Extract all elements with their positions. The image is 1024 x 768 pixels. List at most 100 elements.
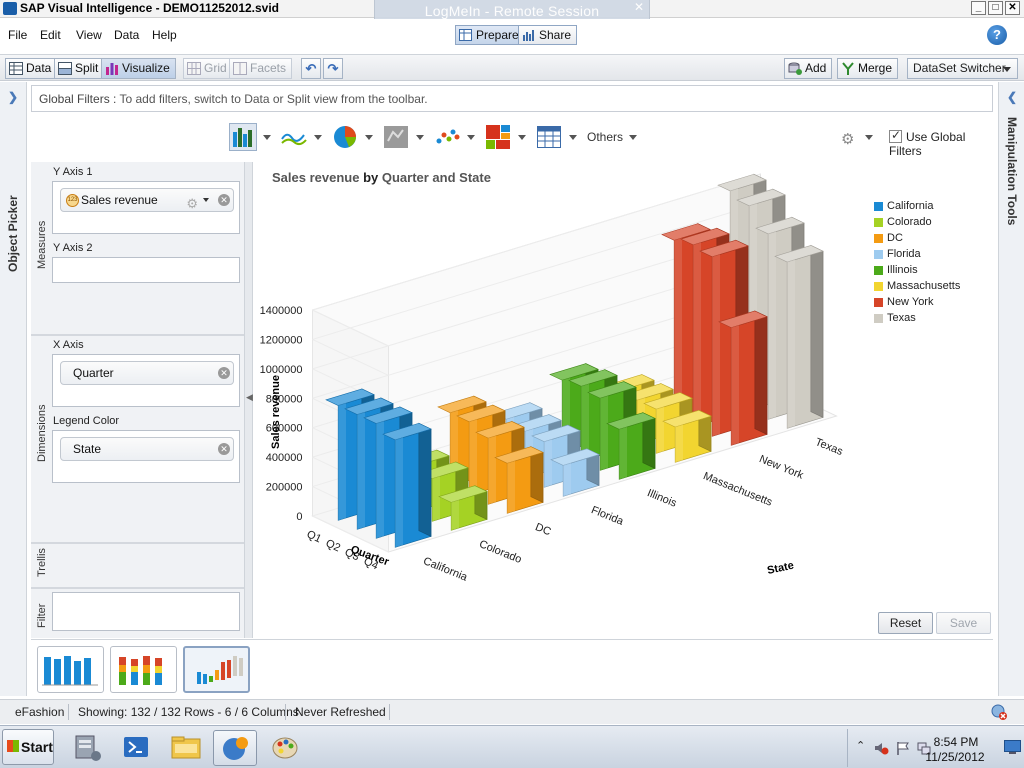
split-view-button[interactable]: Split xyxy=(54,58,105,79)
panel-splitter[interactable]: ◀ xyxy=(244,162,253,638)
y-axis-2-drop-zone[interactable] xyxy=(52,257,240,283)
expand-right-icon[interactable]: ❮ xyxy=(1007,90,1017,104)
menu-edit[interactable]: Edit xyxy=(40,28,61,42)
quarter-pill[interactable]: Quarter ✕ xyxy=(60,361,234,385)
chart-settings-caret-icon[interactable] xyxy=(865,135,873,140)
close-window-button[interactable]: ✕ xyxy=(1005,1,1020,15)
remove-sales-revenue-icon[interactable]: ✕ xyxy=(218,194,230,206)
others-chart-types[interactable]: Others xyxy=(587,130,623,144)
object-picker-label: Object Picker xyxy=(6,195,20,272)
legend-item[interactable]: California xyxy=(874,198,960,214)
legend-item[interactable]: Florida xyxy=(874,246,960,262)
pie-chart-type-caret-icon[interactable] xyxy=(365,135,373,140)
help-icon[interactable]: ? xyxy=(987,25,1007,45)
data-view-button[interactable]: Data xyxy=(5,58,58,79)
grid-icon xyxy=(187,62,201,75)
undo-icon[interactable]: ↶ xyxy=(301,58,321,79)
remote-session-label: LogMeIn - Remote Session xyxy=(424,3,600,19)
show-desktop-icon[interactable] xyxy=(1004,739,1021,755)
facets-button[interactable]: Facets xyxy=(229,58,293,79)
legend-item[interactable]: Texas xyxy=(874,310,960,326)
reset-button[interactable]: Reset xyxy=(878,612,933,634)
checkbox-checked-icon[interactable] xyxy=(889,128,902,143)
chart-legend: California Colorado DC Florida Illinois Massa… xyxy=(874,198,960,326)
menu-view[interactable]: View xyxy=(76,28,102,42)
table-chart-type-caret-icon[interactable] xyxy=(569,135,577,140)
menu-file[interactable]: File xyxy=(8,28,27,42)
z-tick-label: New York xyxy=(757,453,805,482)
remove-state-icon[interactable]: ✕ xyxy=(218,443,230,455)
chart-settings-gear-icon[interactable]: ⚙ xyxy=(841,130,854,148)
pill-gear-icon[interactable]: ⚙ xyxy=(186,193,198,215)
scatter-chart-type-caret-icon[interactable] xyxy=(467,135,475,140)
map-chart-type-caret-icon[interactable] xyxy=(416,135,424,140)
bar-chart-type-icon[interactable] xyxy=(229,123,257,151)
y-tick-label: 0 xyxy=(296,511,302,523)
thumbnail-stacked-chart[interactable] xyxy=(110,646,177,693)
taskbar-visual-intelligence-icon[interactable] xyxy=(213,730,257,766)
show-hidden-icons-icon[interactable]: ⌃ xyxy=(856,739,865,752)
line-chart-type-icon[interactable] xyxy=(280,123,308,151)
remote-session-close-icon[interactable]: ✕ xyxy=(634,0,644,14)
add-button[interactable]: Add xyxy=(784,58,833,79)
legend-item[interactable]: Massachusetts xyxy=(874,278,960,294)
line-chart-type-caret-icon[interactable] xyxy=(314,135,322,140)
sales-revenue-pill[interactable]: 123 Sales revenue ⚙ ✕ xyxy=(60,188,234,212)
clock-time[interactable]: 8:54 PM xyxy=(926,735,986,749)
legend-label: DC xyxy=(887,232,903,244)
treemap-chart-type-icon[interactable] xyxy=(484,123,512,151)
filter-section-label: Filter xyxy=(36,603,48,628)
taskbar-server-manager-icon[interactable] xyxy=(66,730,110,766)
menu-help[interactable]: Help xyxy=(152,28,177,42)
thumbnail-3d-chart[interactable] xyxy=(183,646,250,693)
share-button[interactable]: Share xyxy=(518,25,578,45)
taskbar-powershell-icon[interactable] xyxy=(115,730,159,766)
maximize-button[interactable]: □ xyxy=(988,1,1003,15)
split-icon xyxy=(58,62,72,75)
collapse-panel-icon[interactable]: ◀ xyxy=(246,392,253,406)
bar-chart-type-caret-icon[interactable] xyxy=(263,135,271,140)
manipulation-tools-panel[interactable]: ❮ Manipulation Tools xyxy=(998,82,1024,696)
trellis-section-label: Trellis xyxy=(36,548,48,577)
state-pill[interactable]: State ✕ xyxy=(60,437,234,461)
menu-data[interactable]: Data xyxy=(114,28,139,42)
redo-icon[interactable]: ↷ xyxy=(323,58,343,79)
taskbar-explorer-icon[interactable] xyxy=(164,730,208,766)
dataset-switcher-dropdown[interactable]: DataSet Switcher xyxy=(907,58,1018,79)
network-status-icon[interactable] xyxy=(991,704,1008,721)
merge-button[interactable]: Merge xyxy=(837,58,899,79)
legend-color-drop-zone[interactable]: State ✕ xyxy=(52,430,240,483)
action-center-flag-icon[interactable] xyxy=(895,740,911,756)
table-chart-type-icon[interactable] xyxy=(535,123,563,151)
visualize-view-button[interactable]: Visualize xyxy=(101,58,176,79)
legend-item[interactable]: Illinois xyxy=(874,262,960,278)
global-filters-hint: To add filters, switch to Data or Split … xyxy=(119,92,428,106)
use-global-filters-checkbox[interactable]: Use Global Filters xyxy=(889,128,993,158)
map-chart-type-icon[interactable] xyxy=(382,123,410,151)
start-button[interactable]: Start xyxy=(2,729,54,765)
scatter-chart-type-icon[interactable] xyxy=(433,123,461,151)
save-button[interactable]: Save xyxy=(936,612,991,634)
x-axis-drop-zone[interactable]: Quarter ✕ xyxy=(52,354,240,407)
legend-label: California xyxy=(887,200,934,212)
pie-chart-type-icon[interactable] xyxy=(331,123,359,151)
remove-quarter-icon[interactable]: ✕ xyxy=(218,367,230,379)
treemap-chart-type-caret-icon[interactable] xyxy=(518,135,526,140)
legend-item[interactable]: DC xyxy=(874,230,960,246)
object-picker-panel[interactable]: ❯ Object Picker xyxy=(0,82,27,696)
legend-item[interactable]: New York xyxy=(874,294,960,310)
grid-button[interactable]: Grid xyxy=(183,58,233,79)
thumbnail-bar-chart[interactable] xyxy=(37,646,104,693)
expand-left-icon[interactable]: ❯ xyxy=(8,90,18,104)
legend-item[interactable]: Colorado xyxy=(874,214,960,230)
minimize-button[interactable]: _ xyxy=(971,1,986,15)
volume-muted-icon[interactable] xyxy=(873,740,889,756)
others-caret-icon[interactable] xyxy=(629,135,637,140)
pill-chevron-down-icon[interactable] xyxy=(203,198,209,202)
measures-section-label: Measures xyxy=(36,220,48,269)
prepare-button[interactable]: Prepare xyxy=(455,25,525,45)
taskbar-paint-icon[interactable] xyxy=(264,730,308,766)
clock-date[interactable]: 11/25/2012 xyxy=(922,750,988,764)
filter-drop-zone[interactable] xyxy=(52,592,240,631)
y-axis-1-drop-zone[interactable]: 123 Sales revenue ⚙ ✕ xyxy=(52,181,240,234)
